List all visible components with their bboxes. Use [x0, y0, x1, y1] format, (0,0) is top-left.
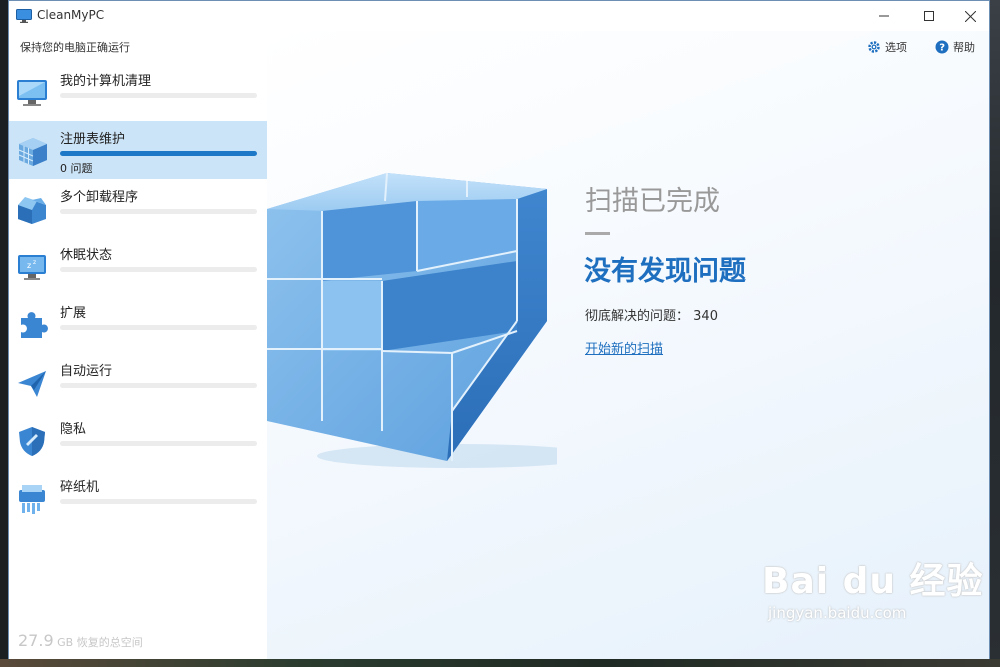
- progress-bar: [60, 209, 257, 214]
- resolved-label: 彻底解决的问题：: [585, 309, 690, 324]
- resolved-summary: 彻底解决的问题： 340: [585, 305, 718, 324]
- sidebar: 保持您的电脑正确运行 我的计算机清理 注册表维护 0 问题 多个卸载程序 z z…: [9, 31, 267, 659]
- registry-cube-icon: [15, 134, 49, 168]
- sidebar-item-label: 休眠状态: [60, 248, 113, 263]
- svg-text:z: z: [33, 259, 36, 266]
- desktop-background: [990, 0, 1000, 667]
- sidebar-item-label: 多个卸载程序: [60, 190, 139, 205]
- sleep-monitor-icon: z z: [15, 250, 49, 284]
- baidu-watermark: Bai du 经验 jingyan.baidu.com: [762, 552, 984, 622]
- shredder-icon: [15, 482, 49, 516]
- maximize-button[interactable]: [906, 1, 952, 31]
- recovered-space-label: 恢复的总空间: [76, 636, 143, 649]
- minimize-icon: [879, 15, 889, 17]
- maximize-icon: [924, 11, 934, 21]
- shield-icon: [15, 424, 49, 458]
- progress-bar: [60, 151, 257, 156]
- help-icon: ?: [935, 40, 949, 54]
- sidebar-item-uninstaller[interactable]: 多个卸载程序: [9, 179, 267, 237]
- scan-complete-title: 扫描已完成: [585, 186, 720, 217]
- progress-bar: [60, 267, 257, 272]
- recovered-space: 27.9 GB 恢复的总空间: [18, 631, 143, 650]
- sidebar-item-hibernation[interactable]: z z 休眠状态: [9, 237, 267, 295]
- sidebar-item-label: 自动运行: [60, 364, 113, 379]
- title-bar[interactable]: CleanMyPC: [9, 1, 989, 31]
- sidebar-item-label: 注册表维护: [60, 132, 126, 147]
- svg-text:z: z: [27, 261, 31, 270]
- progress-bar: [60, 441, 257, 446]
- issue-count: 0 问题: [60, 162, 93, 175]
- progress-bar: [60, 93, 257, 98]
- sidebar-item-privacy[interactable]: 隐私: [9, 411, 267, 469]
- sidebar-item-label: 我的计算机清理: [60, 74, 152, 89]
- box-icon: [15, 192, 49, 226]
- no-issues-headline: 没有发现问题: [584, 256, 746, 287]
- minimize-button[interactable]: [861, 1, 907, 31]
- watermark-brand: Bai du 经验: [762, 561, 984, 602]
- sidebar-item-computer-cleanup[interactable]: 我的计算机清理: [9, 63, 267, 121]
- resolved-count: 340: [693, 309, 718, 324]
- help-button[interactable]: ? 帮助: [935, 39, 975, 55]
- svg-text:?: ?: [939, 43, 945, 54]
- sidebar-item-registry[interactable]: 注册表维护 0 问题: [9, 121, 267, 179]
- progress-bar: [60, 325, 257, 330]
- options-label: 选项: [885, 41, 907, 54]
- progress-bar: [60, 383, 257, 388]
- registry-cube-illustration: [267, 172, 557, 468]
- options-button[interactable]: 选项: [867, 39, 907, 55]
- desktop-taskbar-edge: [0, 659, 1000, 667]
- close-button[interactable]: [947, 1, 993, 31]
- progress-bar-fill: [60, 151, 257, 156]
- recovered-space-value: 27.9: [18, 631, 54, 650]
- sidebar-subtitle: 保持您的电脑正确运行: [20, 41, 130, 54]
- sidebar-item-label: 隐私: [60, 422, 87, 437]
- sidebar-item-extensions[interactable]: 扩展: [9, 295, 267, 353]
- help-label: 帮助: [953, 41, 975, 54]
- close-icon: [964, 10, 976, 22]
- divider: [585, 232, 610, 235]
- sidebar-item-label: 扩展: [60, 306, 87, 321]
- monitor-icon: [15, 76, 49, 110]
- watermark-url: jingyan.baidu.com: [768, 604, 907, 622]
- start-new-scan-link[interactable]: 开始新的扫描: [585, 338, 663, 357]
- sidebar-item-shredder[interactable]: 碎纸机: [9, 469, 267, 527]
- app-monitor-icon: [16, 8, 32, 23]
- progress-bar: [60, 499, 257, 504]
- window-title: CleanMyPC: [37, 8, 105, 22]
- gear-icon: [868, 41, 880, 53]
- paper-plane-icon: [15, 366, 49, 400]
- sidebar-item-label: 碎纸机: [60, 480, 100, 495]
- sidebar-item-autorun[interactable]: 自动运行: [9, 353, 267, 411]
- recovered-space-unit: GB: [57, 636, 74, 649]
- puzzle-icon: [15, 308, 49, 342]
